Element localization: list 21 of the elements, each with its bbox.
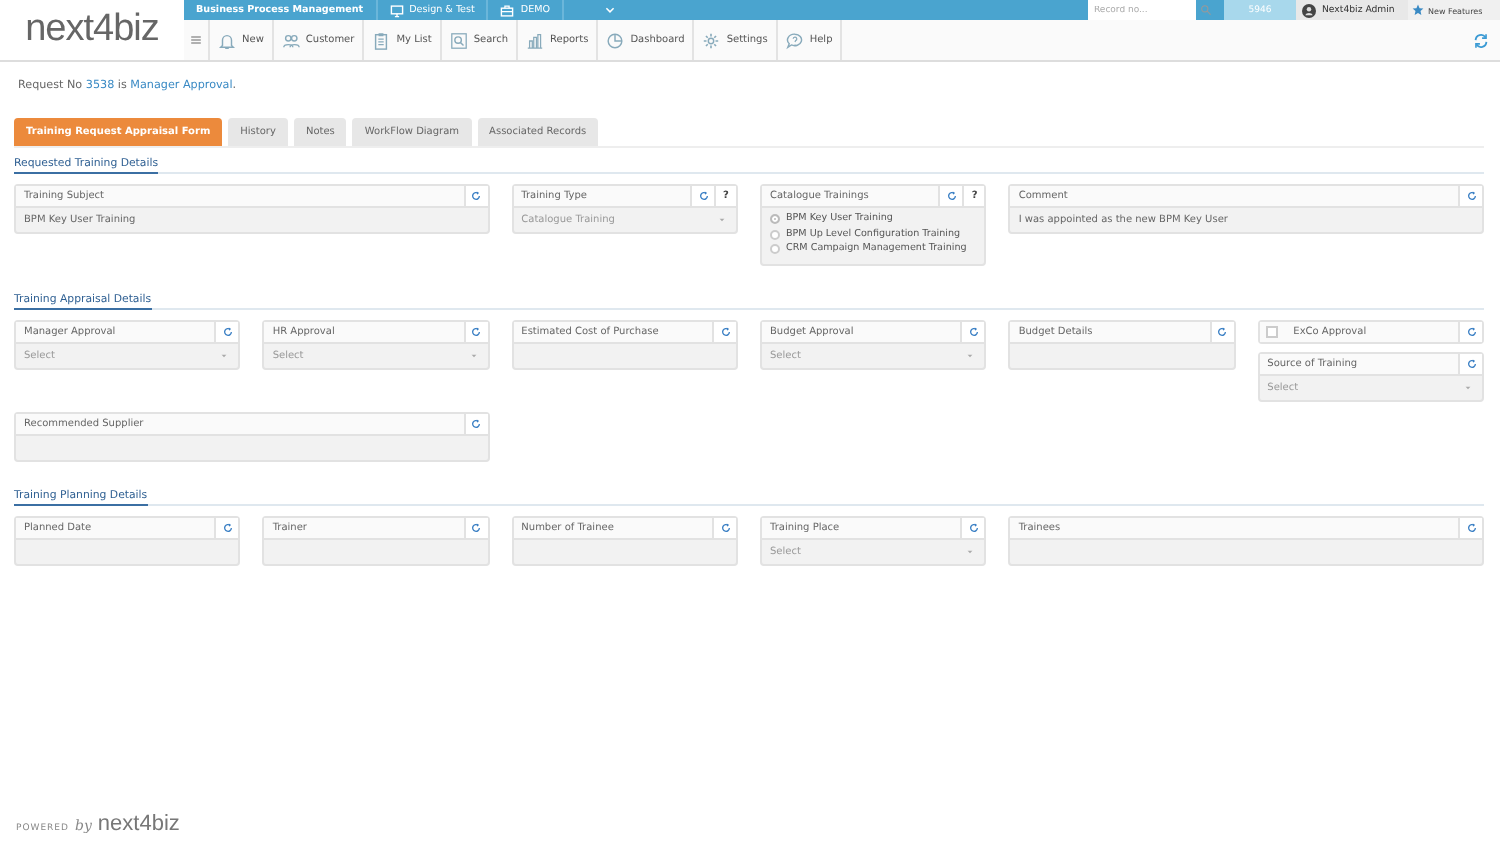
star-icon <box>1412 4 1424 16</box>
search-icon <box>449 31 468 49</box>
search-icon <box>1200 4 1212 16</box>
people-icon <box>281 31 300 49</box>
help-bubble-icon <box>785 31 804 49</box>
pie-chart-icon <box>606 31 625 49</box>
radio-button[interactable] <box>770 229 780 240</box>
bell-icon <box>218 31 236 49</box>
logo[interactable]: next4biz <box>0 0 184 60</box>
caret-icon <box>1464 384 1472 392</box>
bar-chart-icon <box>526 31 544 49</box>
footer-logo: next4biz <box>97 812 180 836</box>
clipboard-icon <box>372 31 391 49</box>
chevron-down-icon[interactable] <box>604 4 617 16</box>
checkbox[interactable] <box>1265 326 1278 338</box>
caret-icon <box>718 216 726 224</box>
radio-button[interactable] <box>770 214 780 225</box>
radio-button[interactable] <box>770 244 780 255</box>
user-icon <box>1302 3 1316 17</box>
refresh-icon[interactable] <box>1472 31 1490 49</box>
gear-icon <box>702 31 721 49</box>
